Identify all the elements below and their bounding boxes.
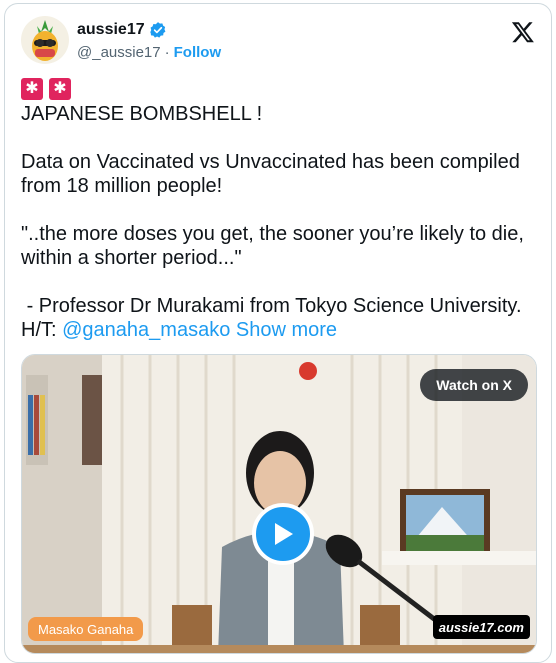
video-player[interactable]: Watch on X Masako Ganaha aussie17.com	[21, 354, 537, 654]
data-claim-text: Data on Vaccinated vs Unvaccinated has b…	[21, 151, 526, 197]
tweet-header: aussie17 @_aussie17 · Follow	[21, 16, 535, 66]
hat-tip-line: H/T: @ganaha_masako Show more	[21, 318, 531, 342]
headline-text: JAPANESE BOMBSHELL !	[21, 103, 263, 125]
name-row: aussie17	[77, 21, 167, 39]
watermark-label: aussie17.com	[432, 615, 530, 639]
police-car-light-icon	[49, 78, 71, 100]
mention-link[interactable]: @ganaha_masako	[62, 319, 230, 341]
watch-on-x-button[interactable]: Watch on X	[420, 369, 528, 401]
show-more-link[interactable]: Show more	[236, 319, 337, 341]
author-handle[interactable]: @_aussie17	[77, 44, 161, 61]
play-icon	[275, 523, 293, 545]
x-logo-icon[interactable]	[511, 20, 535, 44]
hat-tip-prefix: H/T:	[21, 319, 63, 341]
tweet-text: JAPANESE BOMBSHELL ! Data on Vaccinated …	[21, 76, 531, 342]
author-name[interactable]: aussie17	[77, 21, 145, 39]
handle-row: @_aussie17 · Follow	[77, 44, 221, 61]
follow-button[interactable]: Follow	[174, 44, 222, 61]
play-button[interactable]	[252, 503, 314, 565]
attribution-text: - Professor Dr Murakami from Tokyo Scien…	[21, 295, 522, 317]
emoji-row	[21, 76, 531, 102]
separator-dot: ·	[164, 44, 170, 61]
pineapple-avatar-icon	[32, 20, 58, 61]
avatar[interactable]	[21, 16, 69, 64]
police-car-light-icon	[21, 78, 43, 100]
verified-badge-icon	[149, 22, 166, 38]
tweet-card[interactable]: aussie17 @_aussie17 · Follow JAPANESE BO…	[4, 3, 552, 663]
speaker-nameplate: Masako Ganaha	[28, 617, 144, 641]
quote-text: "..the more doses you get, the sooner yo…	[21, 223, 530, 269]
